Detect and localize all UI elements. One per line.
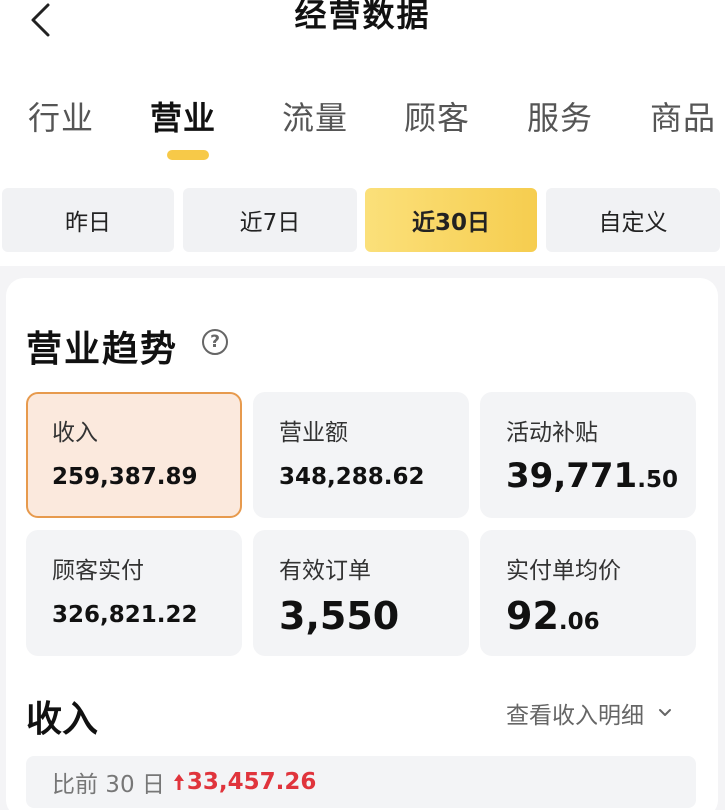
metric-value-int: 39,771 xyxy=(506,456,638,496)
metric-value-dec: .06 xyxy=(558,609,600,635)
question-circle-icon[interactable]: ? xyxy=(202,329,228,355)
income-detail-link[interactable]: 查看收入明细 xyxy=(506,696,672,730)
metric-value: 326,821.22 xyxy=(52,602,198,628)
metric-value-int: 92 xyxy=(506,594,559,638)
metric-revenue[interactable]: 营业额 348,288.62 xyxy=(253,392,469,518)
top-bar: 经营数据 xyxy=(0,0,725,60)
metric-label: 顾客实付 xyxy=(52,558,144,584)
metric-label: 有效订单 xyxy=(279,558,371,584)
page-title: 经营数据 xyxy=(294,0,431,34)
metric-subsidy[interactable]: 活动补贴 39,771.50 xyxy=(480,392,696,518)
section-title: 营业趋势 xyxy=(26,329,179,370)
metric-value: 92.06 xyxy=(506,594,696,644)
metric-label: 实付单均价 xyxy=(506,558,621,584)
period-custom[interactable]: 自定义 xyxy=(546,188,720,252)
period-selector: 昨日 近7日 近30日 自定义 xyxy=(0,176,725,266)
metric-value: 3,550 xyxy=(279,594,400,638)
arrow-up-icon xyxy=(173,774,184,790)
chevron-down-icon xyxy=(659,709,671,716)
active-tab-indicator xyxy=(167,150,209,160)
metric-customer-paid[interactable]: 顾客实付 326,821.22 xyxy=(26,530,242,656)
tab-traffic[interactable]: 流量 xyxy=(282,96,348,140)
trend-card: 营业趋势 ? 收入 259,387.89 营业额 348,288.62 活动补贴… xyxy=(6,278,718,810)
metric-label: 营业额 xyxy=(279,420,348,446)
tab-industry[interactable]: 行业 xyxy=(28,96,94,140)
income-comparison: 比前 30 日 33,457.26 xyxy=(26,756,696,808)
tab-service[interactable]: 服务 xyxy=(527,96,593,140)
compare-label: 比前 30 日 xyxy=(52,772,165,798)
metric-label: 活动补贴 xyxy=(506,420,598,446)
tab-customers[interactable]: 顾客 xyxy=(404,96,470,140)
income-title: 收入 xyxy=(26,699,99,740)
metric-avg-order-price[interactable]: 实付单均价 92.06 xyxy=(480,530,696,656)
tab-business[interactable]: 营业 xyxy=(150,96,216,140)
metric-label: 收入 xyxy=(52,420,98,446)
period-30-days[interactable]: 近30日 xyxy=(365,188,537,252)
tab-products[interactable]: 商品 xyxy=(650,96,716,140)
period-yesterday[interactable]: 昨日 xyxy=(2,188,174,252)
category-tabs: 行业 营业 流量 顾客 服务 商品 xyxy=(0,60,725,176)
compare-value: 33,457.26 xyxy=(186,769,317,795)
metric-value: 259,387.89 xyxy=(52,464,198,490)
metric-valid-orders[interactable]: 有效订单 3,550 xyxy=(253,530,469,656)
period-7-days[interactable]: 近7日 xyxy=(183,188,357,252)
metric-value-dec: .50 xyxy=(637,467,678,493)
metric-value: 39,771.50 xyxy=(506,456,696,500)
income-detail-label: 查看收入明细 xyxy=(506,703,644,729)
metric-value: 348,288.62 xyxy=(279,464,425,490)
metric-income[interactable]: 收入 259,387.89 xyxy=(26,392,242,518)
